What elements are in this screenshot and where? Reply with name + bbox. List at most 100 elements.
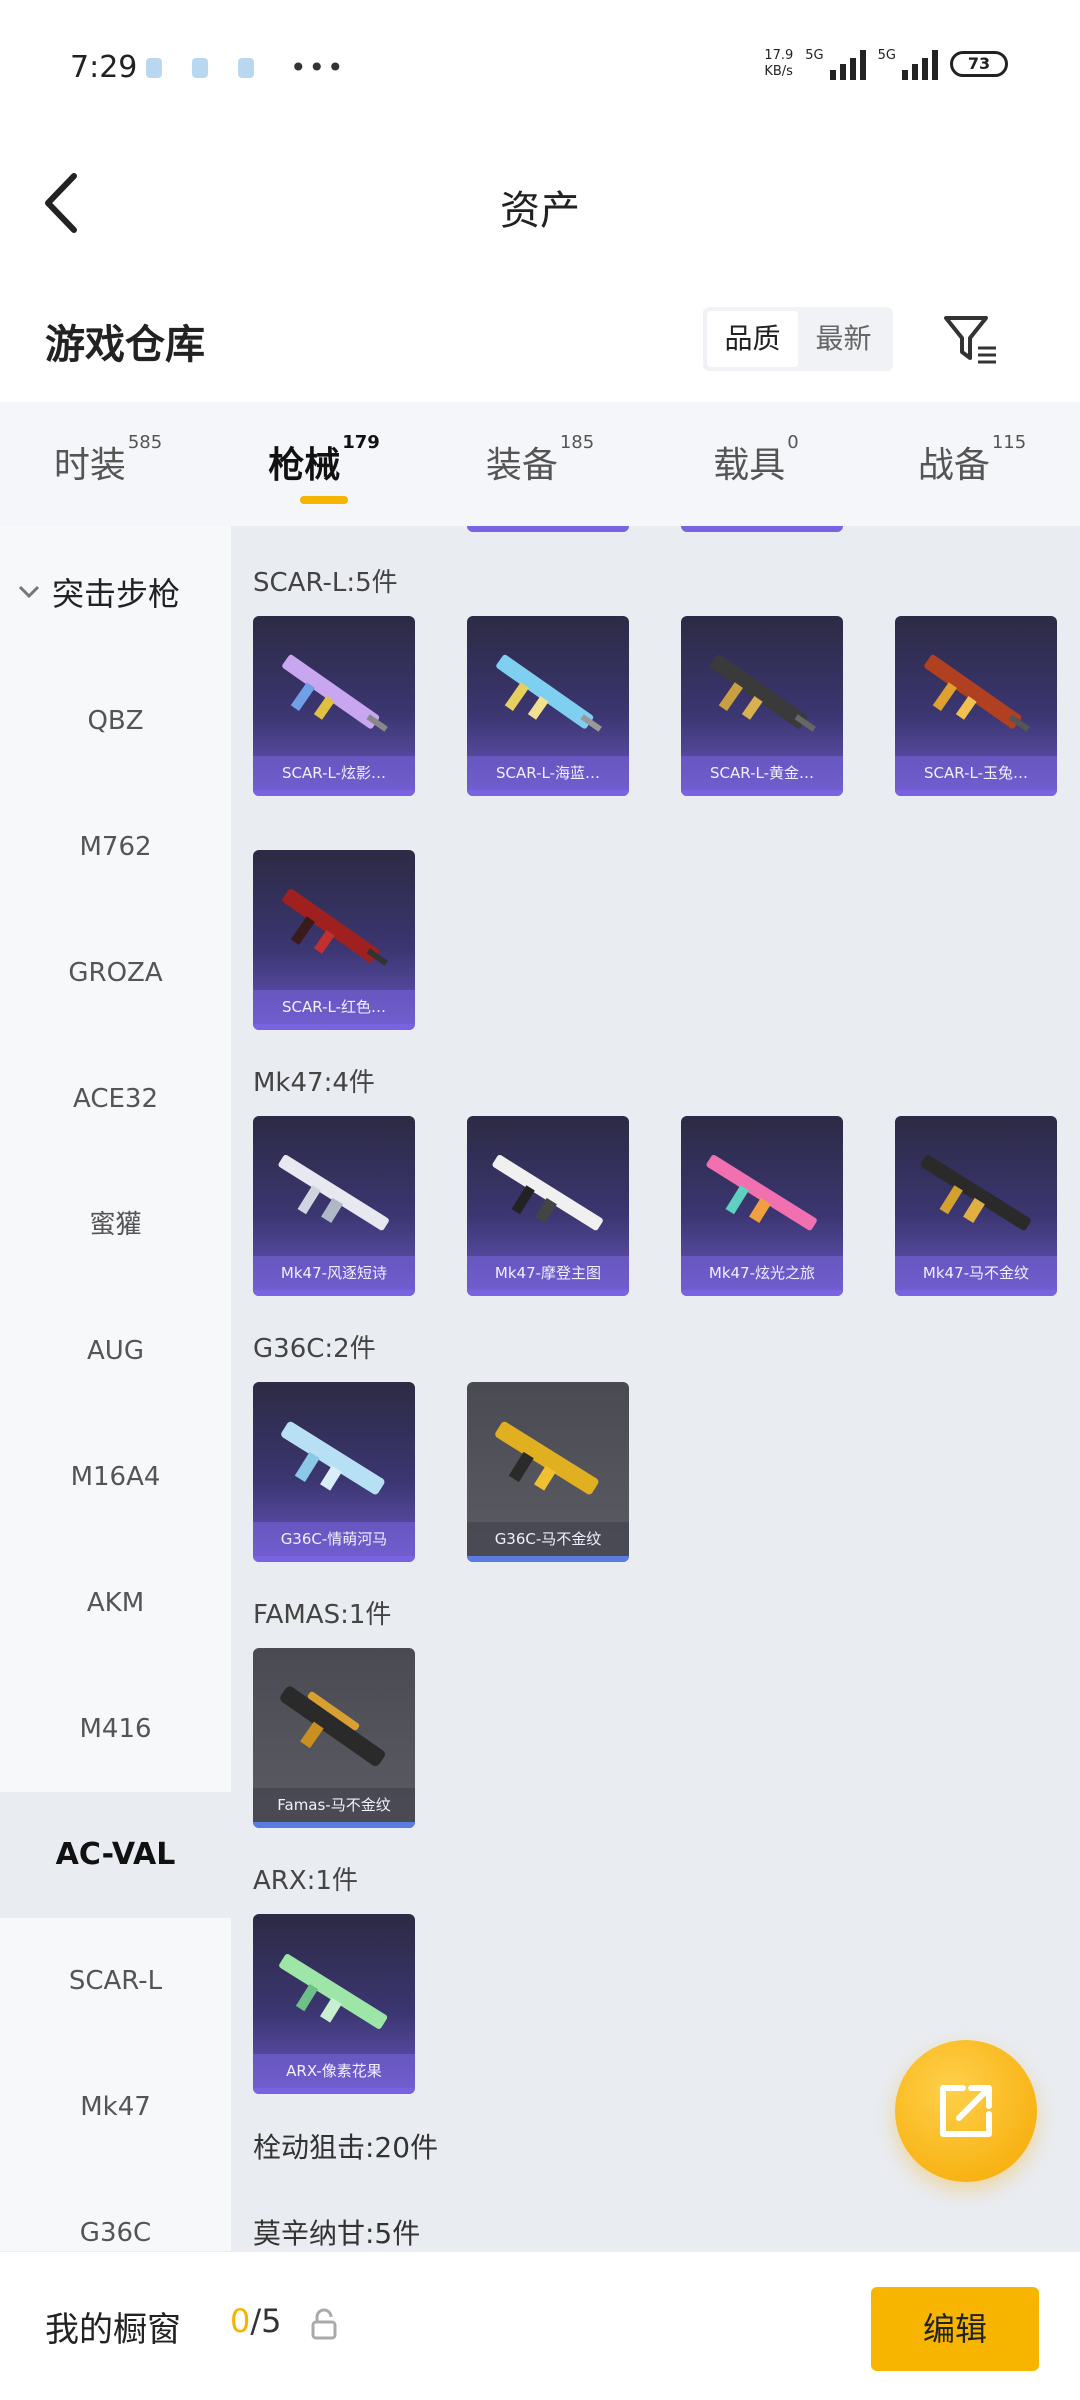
weapon-card[interactable]: SCAR-L-红色… xyxy=(253,850,415,1030)
weapon-grid: SCAR-L:5件 SCAR-L-炫影… SCAR-L-海蓝… SCAR-L-黄… xyxy=(231,526,1080,2251)
group-label-bolt-action-snipers: 栓动狙击:20件 xyxy=(253,2131,439,2164)
sidebar-item-m762[interactable]: M762 xyxy=(0,784,231,910)
tab-fashion[interactable]: 时装585 xyxy=(0,402,216,526)
rifle-icon xyxy=(282,654,388,732)
weapon-card[interactable]: Famas-马不金纹 xyxy=(253,1648,415,1828)
tab-supplies[interactable]: 战备115 xyxy=(864,402,1080,526)
sidebar-item-g36c[interactable]: G36C xyxy=(0,2170,231,2251)
weapon-card-label: SCAR-L-黄金… xyxy=(681,756,843,790)
rifle-icon xyxy=(281,1421,385,1495)
page-title: 资产 xyxy=(500,188,580,234)
rifle-icon xyxy=(282,888,388,966)
rifle-icon xyxy=(710,654,816,732)
sidebar-item-aug[interactable]: AUG xyxy=(0,1288,231,1414)
weapon-card-label: SCAR-L-海蓝… xyxy=(467,756,629,790)
tab-equipment[interactable]: 装备185 xyxy=(432,402,648,526)
share-icon xyxy=(940,2085,992,2137)
weapon-card-label: ARX-像素花果 xyxy=(253,2054,415,2088)
showcase-bar: 我的橱窗 0/5 编辑 xyxy=(0,2251,1080,2400)
category-tabs: 时装585 枪械179 装备185 载具0 战备115 xyxy=(0,402,1080,526)
sidebar-item-m416[interactable]: M416 xyxy=(0,1666,231,1792)
tab-vehicles[interactable]: 载具0 xyxy=(648,402,864,526)
weapon-card[interactable]: Mk47-摩登主图 xyxy=(467,1116,629,1296)
showcase-title: 我的橱窗 xyxy=(45,2310,181,2350)
weapon-card-label: SCAR-L-玉兔… xyxy=(895,756,1057,790)
weapon-card[interactable]: SCAR-L-海蓝… xyxy=(467,616,629,796)
sort-newest-button[interactable]: 最新 xyxy=(798,311,889,367)
more-dots-icon: ••• xyxy=(290,51,346,84)
chevron-down-icon xyxy=(18,585,40,599)
sidebar-item-m16a4[interactable]: M16A4 xyxy=(0,1414,231,1540)
weapon-sidebar: 突击步枪 QBZ M762 GROZA ACE32 蜜獾 AUG M16A4 A… xyxy=(0,526,231,2251)
share-button[interactable] xyxy=(895,2040,1037,2182)
group-label-famas: FAMAS:1件 xyxy=(253,1600,392,1630)
network-type-label: 5G xyxy=(805,48,824,63)
group-label-arx: ARX:1件 xyxy=(253,1866,358,1896)
weapon-card-label: G36C-情萌河马 xyxy=(253,1522,415,1556)
sidebar-item-honey-badger[interactable]: 蜜獾 xyxy=(0,1162,231,1288)
sort-quality-button[interactable]: 品质 xyxy=(707,311,798,367)
sidebar-item-scar-l[interactable]: SCAR-L xyxy=(0,1918,231,2044)
scar-l-row-2: SCAR-L-红色… xyxy=(253,850,415,1030)
weapon-card[interactable]: Mk47-炫光之旅 xyxy=(681,1116,843,1296)
rifle-icon xyxy=(280,1686,385,1767)
weapon-card-label: Famas-马不金纹 xyxy=(253,1788,415,1822)
rifle-icon xyxy=(278,1154,389,1231)
status-right: 17.9 KB/s 5G 5G 73 xyxy=(764,48,1008,80)
showcase-count: 0/5 xyxy=(230,2302,282,2340)
rifle-icon xyxy=(492,1154,603,1231)
battery-icon: 73 xyxy=(950,51,1008,77)
app-notification-icon xyxy=(192,58,208,78)
arx-row: ARX-像素花果 xyxy=(253,1914,415,2094)
weapon-card[interactable]: SCAR-L-玉兔… xyxy=(895,616,1057,796)
weapon-card[interactable]: SCAR-L-黄金… xyxy=(681,616,843,796)
status-bar: 7:29 ••• 17.9 KB/s 5G 5G 73 xyxy=(0,0,1080,140)
group-label-mosin-nagant: 莫辛纳甘:5件 xyxy=(253,2217,421,2250)
filter-icon[interactable] xyxy=(942,312,998,368)
sidebar-item-groza[interactable]: GROZA xyxy=(0,910,231,1036)
weapon-card-label: SCAR-L-炫影… xyxy=(253,756,415,790)
weapon-card-label: Mk47-风逐短诗 xyxy=(253,1256,415,1290)
rifle-icon xyxy=(279,1954,388,2029)
signal-icon-2 xyxy=(902,48,938,80)
weapon-card[interactable]: ARX-像素花果 xyxy=(253,1914,415,2094)
weapon-card[interactable]: SCAR-L-炫影… xyxy=(253,616,415,796)
message-icon xyxy=(238,58,254,78)
warehouse-title: 游戏仓库 xyxy=(45,322,205,368)
sidebar-item-qbz[interactable]: QBZ xyxy=(0,658,231,784)
sidebar-item-ace32[interactable]: ACE32 xyxy=(0,1036,231,1162)
warehouse-header: 游戏仓库 品质 最新 xyxy=(0,290,1080,390)
sidebar-item-mk47[interactable]: Mk47 xyxy=(0,2044,231,2170)
rifle-icon xyxy=(706,1154,817,1231)
weapon-card-label: Mk47-摩登主图 xyxy=(467,1256,629,1290)
rifle-icon xyxy=(496,654,602,732)
group-label-mk47: Mk47:4件 xyxy=(253,1068,375,1098)
rifle-icon xyxy=(920,1154,1031,1231)
weapon-card[interactable]: Mk47-马不金纹 xyxy=(895,1116,1057,1296)
net-speed: 17.9 KB/s xyxy=(764,48,794,79)
previous-card-edge xyxy=(681,526,843,532)
rifle-icon xyxy=(924,654,1030,732)
weapon-card-label: G36C-马不金纹 xyxy=(467,1522,629,1556)
edit-button[interactable]: 编辑 xyxy=(871,2287,1039,2371)
mk47-row: Mk47-风逐短诗 Mk47-摩登主图 Mk47-炫光之旅 Mk47-马不金纹 xyxy=(253,1116,1057,1296)
lock-icon xyxy=(311,2308,337,2340)
network-type-label-2: 5G xyxy=(877,48,896,63)
weapon-card[interactable]: G36C-马不金纹 xyxy=(467,1382,629,1562)
rifle-icon xyxy=(495,1421,599,1495)
group-label-scar-l: SCAR-L:5件 xyxy=(253,568,398,598)
weapon-card[interactable]: G36C-情萌河马 xyxy=(253,1382,415,1562)
weapon-card-label: Mk47-马不金纹 xyxy=(895,1256,1057,1290)
status-time: 7:29 xyxy=(70,50,138,85)
weapon-card[interactable]: Mk47-风逐短诗 xyxy=(253,1116,415,1296)
famas-row: Famas-马不金纹 xyxy=(253,1648,415,1828)
previous-card-edge xyxy=(467,526,629,532)
weapon-card-label: Mk47-炫光之旅 xyxy=(681,1256,843,1290)
sidebar-item-akm[interactable]: AKM xyxy=(0,1540,231,1666)
scar-l-row-1: SCAR-L-炫影… SCAR-L-海蓝… SCAR-L-黄金… SCAR-L-… xyxy=(253,616,1057,796)
group-label-g36c: G36C:2件 xyxy=(253,1334,376,1364)
tab-guns[interactable]: 枪械179 xyxy=(216,402,432,526)
weapon-card-label: SCAR-L-红色… xyxy=(253,990,415,1024)
sidebar-group-assault-rifles[interactable]: 突击步枪 xyxy=(0,526,231,658)
sidebar-item-ac-val[interactable]: AC-VAL xyxy=(0,1792,231,1918)
